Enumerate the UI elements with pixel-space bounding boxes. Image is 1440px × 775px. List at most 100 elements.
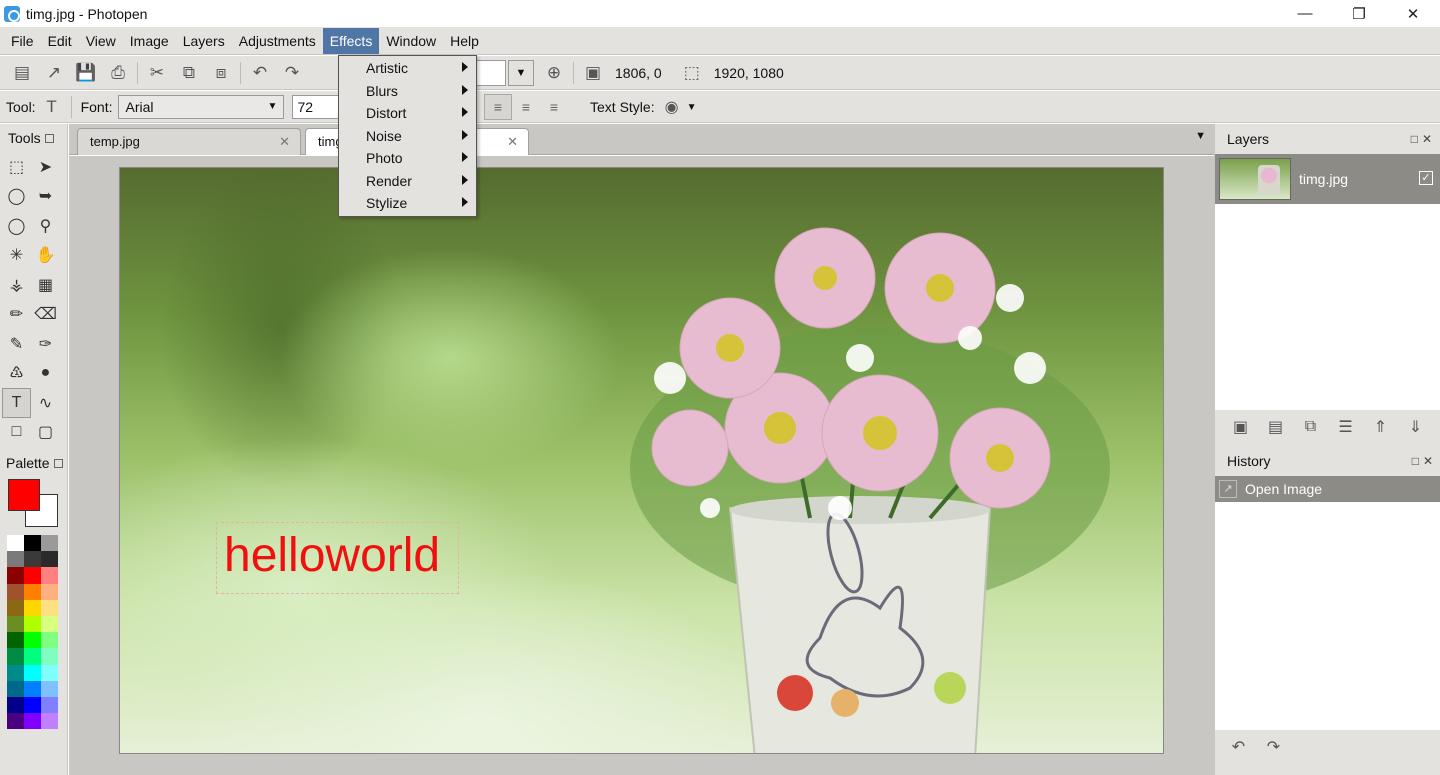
color-swatch[interactable] xyxy=(41,680,58,697)
paste-icon[interactable]: ⧈ xyxy=(209,61,233,85)
color-swatch[interactable] xyxy=(41,535,58,552)
save-icon[interactable]: 💾 xyxy=(74,61,98,85)
panel-restore-icon[interactable] xyxy=(44,133,54,143)
ellipse-select-tool-icon[interactable]: ◯ xyxy=(2,211,31,241)
color-swatch[interactable] xyxy=(7,551,24,568)
color-swatch[interactable] xyxy=(24,648,41,665)
panel-restore-icon[interactable]: □ xyxy=(1411,132,1418,146)
rounded-rectangle-tool-icon[interactable]: ▢ xyxy=(31,418,60,448)
zoom-in-icon[interactable]: ⊕ xyxy=(542,61,566,85)
open-icon[interactable]: ↗ xyxy=(42,61,66,85)
line-curve-tool-icon[interactable]: ∿ xyxy=(31,388,60,418)
undo-icon[interactable]: ↶ xyxy=(248,61,272,85)
color-swatch[interactable] xyxy=(7,648,24,665)
color-swatch[interactable] xyxy=(24,599,41,616)
paintbrush-tool-icon[interactable]: ✏ xyxy=(2,300,31,330)
color-swatch[interactable] xyxy=(41,713,58,730)
color-swatch[interactable] xyxy=(24,696,41,714)
color-swatch[interactable] xyxy=(7,615,24,633)
tab-list-dropdown-icon[interactable]: ▼ xyxy=(1195,130,1206,142)
align-left-icon[interactable]: ≡ xyxy=(484,94,512,120)
panel-restore-icon[interactable]: □ xyxy=(1412,454,1419,468)
cut-icon[interactable]: ✂ xyxy=(145,61,169,85)
move-layer-down-icon[interactable]: ⇓ xyxy=(1398,413,1433,441)
menu-adjustments[interactable]: Adjustments xyxy=(232,28,323,54)
image-canvas[interactable]: helloworld xyxy=(119,167,1164,754)
redo-icon[interactable]: ↷ xyxy=(1256,733,1291,761)
menu-help[interactable]: Help xyxy=(443,28,486,54)
history-item[interactable]: ↗ Open Image xyxy=(1215,476,1440,502)
color-swatch[interactable] xyxy=(7,680,24,697)
copy-icon[interactable]: ⧉ xyxy=(177,61,201,85)
color-swatch[interactable] xyxy=(24,583,41,600)
color-swatch[interactable] xyxy=(7,713,24,730)
rect-select-tool-icon[interactable]: ⬚ xyxy=(2,152,31,182)
color-swatch[interactable] xyxy=(24,615,41,633)
color-swatch[interactable] xyxy=(24,664,41,681)
close-button[interactable]: ✕ xyxy=(1386,0,1440,27)
menu-effects[interactable]: Effects xyxy=(322,27,380,54)
color-swatch[interactable] xyxy=(7,696,24,714)
align-right-icon[interactable]: ≡ xyxy=(540,94,568,120)
color-swatch[interactable] xyxy=(7,583,24,600)
duplicate-layer-icon[interactable]: ⧉ xyxy=(1293,413,1328,441)
redo-icon[interactable]: ↷ xyxy=(280,61,304,85)
color-swatch[interactable] xyxy=(41,567,58,584)
color-swatch[interactable] xyxy=(41,632,58,649)
color-swatch[interactable] xyxy=(41,696,58,714)
rectangle-tool-icon[interactable]: □ xyxy=(2,418,31,448)
lasso-select-tool-icon[interactable]: ◯ xyxy=(2,182,31,212)
color-swatch[interactable] xyxy=(7,535,24,552)
layer-visibility-checkbox[interactable]: ✓ xyxy=(1419,171,1433,185)
minimize-button[interactable]: — xyxy=(1278,0,1332,27)
effects-menu-noise[interactable]: Noise xyxy=(339,125,476,148)
zoom-tool-icon[interactable]: ⚲ xyxy=(31,211,60,241)
menu-view[interactable]: View xyxy=(79,28,123,54)
print-icon[interactable]: ⎙ xyxy=(106,61,130,85)
delete-layer-icon[interactable]: ▤ xyxy=(1258,413,1293,441)
paint-bucket-tool-icon[interactable]: ⚶ xyxy=(2,270,31,300)
color-swatch[interactable] xyxy=(7,664,24,681)
color-swatch[interactable] xyxy=(24,551,41,568)
color-swatch[interactable] xyxy=(24,567,41,584)
font-select[interactable]: Arial ▼ xyxy=(118,94,285,119)
magic-wand-tool-icon[interactable]: ✳ xyxy=(2,241,31,271)
pan-tool-icon[interactable]: ✋ xyxy=(31,241,60,271)
color-swatch[interactable] xyxy=(41,648,58,665)
effects-menu-stylize[interactable]: Stylize xyxy=(339,192,476,215)
close-icon[interactable]: ✕ xyxy=(279,129,290,155)
menu-window[interactable]: Window xyxy=(379,28,443,54)
menu-image[interactable]: Image xyxy=(123,28,176,54)
undo-icon[interactable]: ↶ xyxy=(1221,733,1256,761)
effects-menu-distort[interactable]: Distort xyxy=(339,102,476,125)
color-swatch[interactable] xyxy=(41,615,58,633)
color-swatch[interactable] xyxy=(24,680,41,697)
zoom-input[interactable] xyxy=(476,60,506,86)
color-picker-tool-icon[interactable]: ✑ xyxy=(31,329,60,359)
canvas-text[interactable]: helloworld xyxy=(224,526,440,586)
zoom-dropdown-button[interactable]: ▼ xyxy=(508,60,534,86)
new-image-icon[interactable]: ▤ xyxy=(10,61,34,85)
eraser-tool-icon[interactable]: ⌫ xyxy=(31,300,60,330)
effects-menu-photo[interactable]: Photo xyxy=(339,147,476,170)
move-selected-tool-icon[interactable]: ➥ xyxy=(31,182,60,212)
move-layer-up-icon[interactable]: ⇑ xyxy=(1363,413,1398,441)
panel-restore-icon[interactable] xyxy=(53,458,63,468)
close-icon[interactable]: ✕ xyxy=(507,129,518,155)
gradient-tool-icon[interactable]: ▦ xyxy=(31,270,60,300)
move-selection-tool-icon[interactable]: ➤ xyxy=(31,152,60,182)
layer-row[interactable]: timg.jpg ✓ xyxy=(1215,154,1440,204)
color-swatch[interactable] xyxy=(7,632,24,649)
text-style-icon[interactable]: ◉ xyxy=(665,97,679,117)
color-swatch[interactable] xyxy=(7,567,24,584)
color-swatch[interactable] xyxy=(41,599,58,616)
close-icon[interactable]: ✕ xyxy=(1422,132,1432,146)
text-tool-icon[interactable]: T xyxy=(2,388,31,418)
color-swatch[interactable] xyxy=(41,664,58,681)
menu-layers[interactable]: Layers xyxy=(176,28,232,54)
color-swatch[interactable] xyxy=(24,713,41,730)
recolor-tool-icon[interactable]: ● xyxy=(31,359,60,389)
effects-menu-render[interactable]: Render xyxy=(339,170,476,193)
effects-menu-artistic[interactable]: Artistic xyxy=(339,57,476,80)
color-swatch[interactable] xyxy=(7,599,24,616)
